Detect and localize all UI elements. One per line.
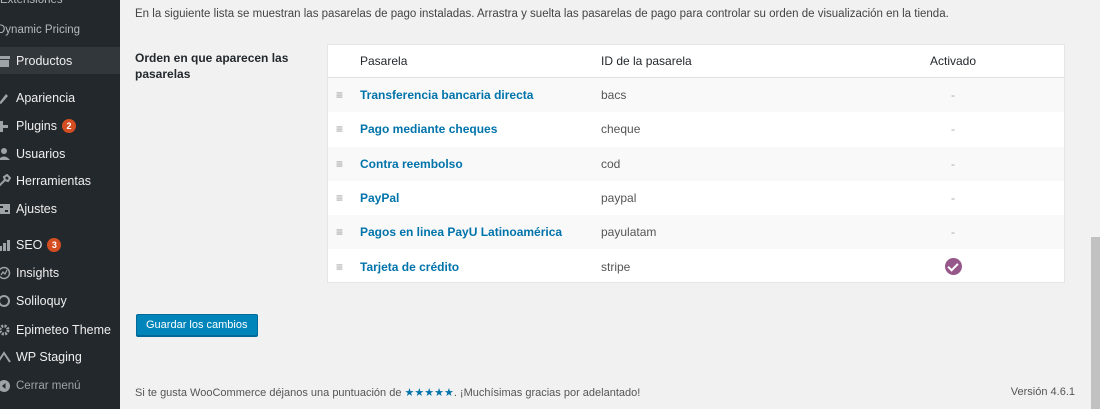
enabled-status[interactable]: - (843, 88, 1063, 102)
sidebar-item-label: Herramientas (16, 173, 92, 188)
admin-sidebar: Extensiones Dynamic Pricing Productos Ap… (0, 0, 120, 409)
table-row[interactable]: ≡ PayPal paypal - (328, 181, 1064, 215)
slider-icon (0, 294, 11, 308)
drag-handle-icon[interactable]: ≡ (328, 157, 360, 171)
enabled-status[interactable]: - (843, 191, 1063, 205)
table-row[interactable]: ≡ Pagos en linea PayU Latinoamérica payu… (328, 215, 1064, 250)
table-row[interactable]: ≡ Contra reembolso cod - (328, 146, 1064, 181)
gateway-id: bacs (601, 88, 627, 103)
table-header: Pasarela ID de la pasarela Activado (328, 45, 1064, 78)
sidebar-item-label: SEO (16, 237, 43, 252)
staging-icon (0, 350, 11, 364)
version-label: Versión 4.6.1 (1010, 386, 1075, 398)
column-header-gateway: Pasarela (360, 54, 408, 68)
sidebar-item-label: Usuarios (16, 146, 66, 161)
gateway-name-link[interactable]: Pagos en linea PayU Latinoamérica (360, 225, 601, 239)
sidebar-item-label: Productos (16, 53, 73, 68)
drag-handle-icon[interactable]: ≡ (328, 191, 360, 205)
enabled-status[interactable]: - (843, 122, 1063, 136)
plugin-icon (0, 119, 11, 133)
table-row[interactable]: ≡ Tarjeta de crédito stripe (328, 249, 1064, 283)
gateway-id: stripe (601, 259, 631, 274)
enabled-status[interactable] (843, 258, 1063, 276)
rating-stars-link[interactable]: ★★★★★ (405, 387, 454, 399)
sidebar-item-soliloquy[interactable]: Soliloquy (0, 287, 120, 314)
table-row[interactable]: ≡ Transferencia bancaria directa bacs - (328, 78, 1064, 113)
scrollbar-thumb[interactable] (1091, 237, 1100, 409)
gateways-description: En la siguiente lista se muestran las pa… (135, 8, 949, 20)
table-row[interactable]: ≡ Pago mediante cheques cheque - (328, 112, 1064, 146)
chart-icon (0, 266, 11, 280)
sidebar-item-productos[interactable]: Productos (0, 47, 120, 74)
sidebar-item-label: Apariencia (16, 90, 76, 105)
brush-icon (0, 91, 11, 105)
submenu-item-dynamic-pricing[interactable]: Dynamic Pricing (0, 20, 80, 40)
sidebar-item-ajustes[interactable]: Ajustes (0, 195, 120, 222)
gateway-id: paypal (601, 191, 637, 206)
drag-handle-icon[interactable]: ≡ (328, 225, 360, 239)
enabled-status[interactable]: - (843, 157, 1063, 171)
sidebar-item-insights[interactable]: Insights (0, 259, 120, 286)
drag-handle-icon[interactable]: ≡ (328, 260, 360, 274)
collapse-arrow-icon (0, 379, 11, 393)
gateway-name-link[interactable]: Pago mediante cheques (360, 122, 601, 136)
gateway-name-link[interactable]: Transferencia bancaria directa (360, 88, 601, 102)
table-body: ≡ Transferencia bancaria directa bacs - … (328, 78, 1064, 284)
payment-gateways-table: Pasarela ID de la pasarela Activado ≡ Tr… (327, 44, 1065, 283)
footer-rating-text: Si te gusta WooCommerce déjanos una punt… (135, 387, 641, 399)
column-header-enabled: Activado (929, 54, 977, 68)
sidebar-item-plugins[interactable]: Plugins 2 (0, 112, 120, 139)
sidebar-item-herramientas[interactable]: Herramientas (0, 167, 120, 194)
enabled-check-icon[interactable] (944, 258, 962, 276)
sidebar-item-apariencia[interactable]: Apariencia (0, 84, 120, 111)
save-changes-button[interactable]: Guardar los cambios (136, 314, 258, 336)
wrench-icon (0, 173, 11, 188)
sidebar-item-label: WP Staging (16, 349, 82, 364)
seo-notice-badge: 3 (47, 237, 62, 252)
enabled-status[interactable]: - (843, 225, 1063, 239)
gateway-id: cod (601, 156, 621, 171)
sidebar-item-label: Epimeteo Theme (16, 322, 111, 337)
users-icon (0, 147, 11, 161)
drag-handle-icon[interactable]: ≡ (328, 88, 360, 102)
woocommerce-brand: WooCommerce (190, 387, 267, 399)
collapse-menu-label: Cerrar menú (16, 379, 81, 392)
gateway-name-link[interactable]: Tarjeta de crédito (360, 260, 601, 274)
gateway-order-label: Orden en que aparecen las pasarelas (135, 51, 289, 81)
collapse-menu-button[interactable]: Cerrar menú (0, 372, 120, 399)
sidebar-item-wp-staging[interactable]: WP Staging (0, 343, 120, 370)
gateway-name-link[interactable]: Contra reembolso (360, 157, 601, 171)
gateway-id: cheque (601, 122, 641, 137)
drag-handle-icon[interactable]: ≡ (328, 122, 360, 136)
archive-icon (0, 54, 11, 68)
seo-icon (0, 238, 11, 252)
sidebar-item-seo[interactable]: SEO 3 (0, 231, 120, 258)
column-header-gateway-id: ID de la pasarela (601, 54, 692, 68)
settings-icon (0, 202, 11, 216)
gateway-name-link[interactable]: PayPal (360, 191, 601, 205)
sidebar-item-epimeteo-theme[interactable]: Epimeteo Theme (0, 316, 120, 343)
sidebar-item-label: Plugins (16, 118, 57, 133)
sidebar-item-label: Soliloquy (16, 293, 67, 308)
gateway-id: payulatam (601, 225, 657, 240)
sidebar-item-label: Ajustes (16, 201, 57, 216)
update-count-badge: 2 (62, 118, 76, 133)
gear-icon (0, 323, 11, 337)
submenu-item-extensiones[interactable]: Extensiones (0, 0, 63, 10)
sidebar-item-label: Insights (16, 265, 60, 280)
sidebar-item-usuarios[interactable]: Usuarios (0, 140, 120, 167)
